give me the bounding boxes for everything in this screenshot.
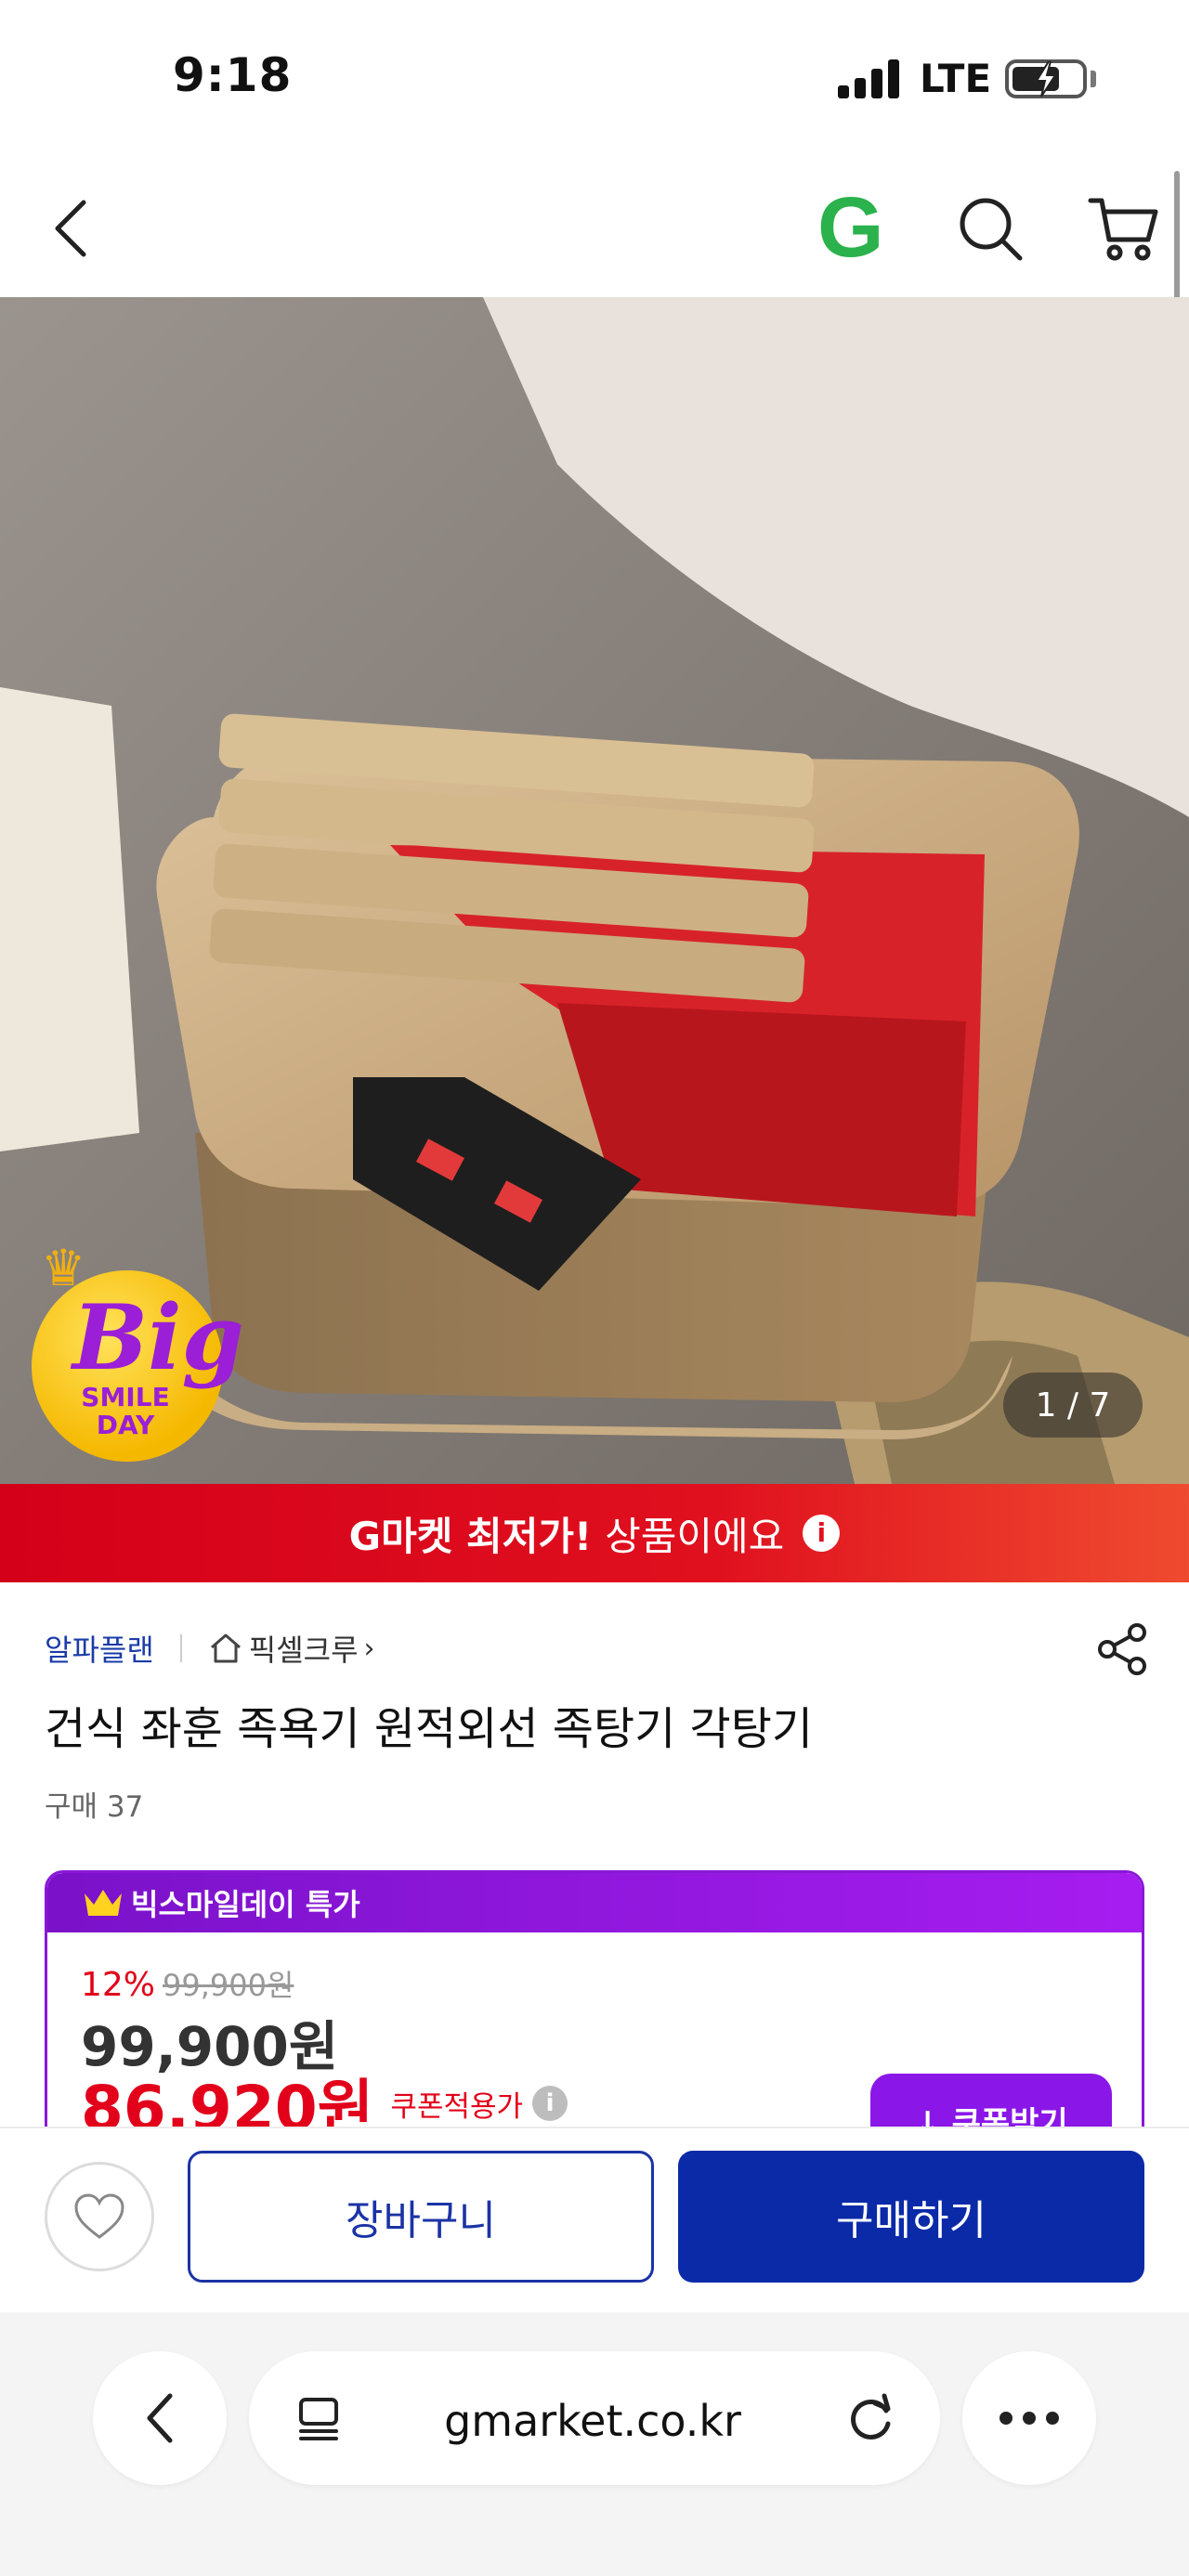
- status-time: 9:18: [173, 48, 293, 102]
- battery-tip: [1091, 71, 1096, 87]
- back-button[interactable]: [37, 195, 104, 262]
- original-price: 99,900원: [163, 1968, 294, 2003]
- banner-bold-text: G마켓 최저가!: [348, 1513, 593, 1559]
- product-title: 건식 좌훈 족욕기 원적외선 족탕기 각탕기: [45, 1703, 814, 1755]
- address-bar[interactable]: gmarket.co.kr: [249, 2351, 940, 2485]
- chevron-left-icon: [147, 2393, 173, 2443]
- info-icon[interactable]: i: [532, 2086, 568, 2121]
- coupon-price-label: 쿠폰적용가: [390, 2089, 524, 2124]
- purchase-count: 구매 37: [45, 1790, 144, 1824]
- browser-back-button[interactable]: [93, 2351, 227, 2485]
- chevron-right-icon: ›: [363, 1632, 375, 1665]
- status-bar: 9:18 LTE: [0, 0, 1189, 158]
- banner-text: 상품이에요: [605, 1513, 785, 1559]
- scrollbar[interactable]: [1174, 171, 1180, 301]
- lowest-price-banner[interactable]: G마켓 최저가! 상품이에요 i: [0, 1484, 1189, 1582]
- chevron-left-icon: [55, 200, 86, 257]
- buy-now-button[interactable]: 구매하기: [678, 2151, 1144, 2283]
- share-icon[interactable]: [1094, 1621, 1150, 1677]
- more-button[interactable]: [962, 2351, 1096, 2485]
- wishlist-button[interactable]: [45, 2162, 154, 2271]
- home-icon: [210, 1633, 241, 1663]
- top-nav: G: [0, 158, 1189, 297]
- add-to-cart-button[interactable]: 장바구니: [188, 2151, 654, 2283]
- brand-link[interactable]: 알파플랜: [45, 1627, 154, 1670]
- crown-icon: [85, 1890, 122, 1916]
- badge-line2: DAY: [96, 1410, 155, 1440]
- badge-sub-text: SMILE DAY: [65, 1384, 186, 1439]
- deal-header-text: 빅스마일데이 특가: [131, 1887, 360, 1922]
- badge-line1: SMILE: [81, 1382, 170, 1412]
- deal-header: 빅스마일데이 특가: [47, 1873, 1142, 1932]
- url-text: gmarket.co.kr: [444, 2396, 741, 2446]
- reload-icon[interactable]: [843, 2390, 899, 2446]
- divider: [179, 1634, 182, 1662]
- browser-toolbar: gmarket.co.kr: [0, 2312, 1189, 2576]
- action-bar: 장바구니 구매하기: [0, 2127, 1189, 2312]
- badge-big-text: Big: [72, 1285, 244, 1390]
- network-label: LTE: [920, 56, 992, 101]
- shop-link[interactable]: 픽셀크루: [249, 1627, 359, 1670]
- battery-icon: [1005, 59, 1087, 98]
- image-counter: 1 / 7: [1003, 1373, 1143, 1438]
- search-icon[interactable]: [955, 193, 1026, 264]
- discount-row: 12% 99,900원: [81, 1962, 294, 2005]
- discount-rate: 12%: [81, 1966, 156, 2004]
- more-icon: [1000, 2412, 1059, 2425]
- gmarket-logo[interactable]: G: [817, 185, 892, 270]
- tabs-icon[interactable]: [294, 2394, 344, 2444]
- seller-row: 알파플랜 픽셀크루 ›: [45, 1625, 375, 1672]
- heart-icon: [74, 2193, 124, 2239]
- cart-icon[interactable]: [1087, 193, 1161, 267]
- signal-icon: [838, 59, 899, 98]
- info-icon[interactable]: i: [803, 1515, 841, 1552]
